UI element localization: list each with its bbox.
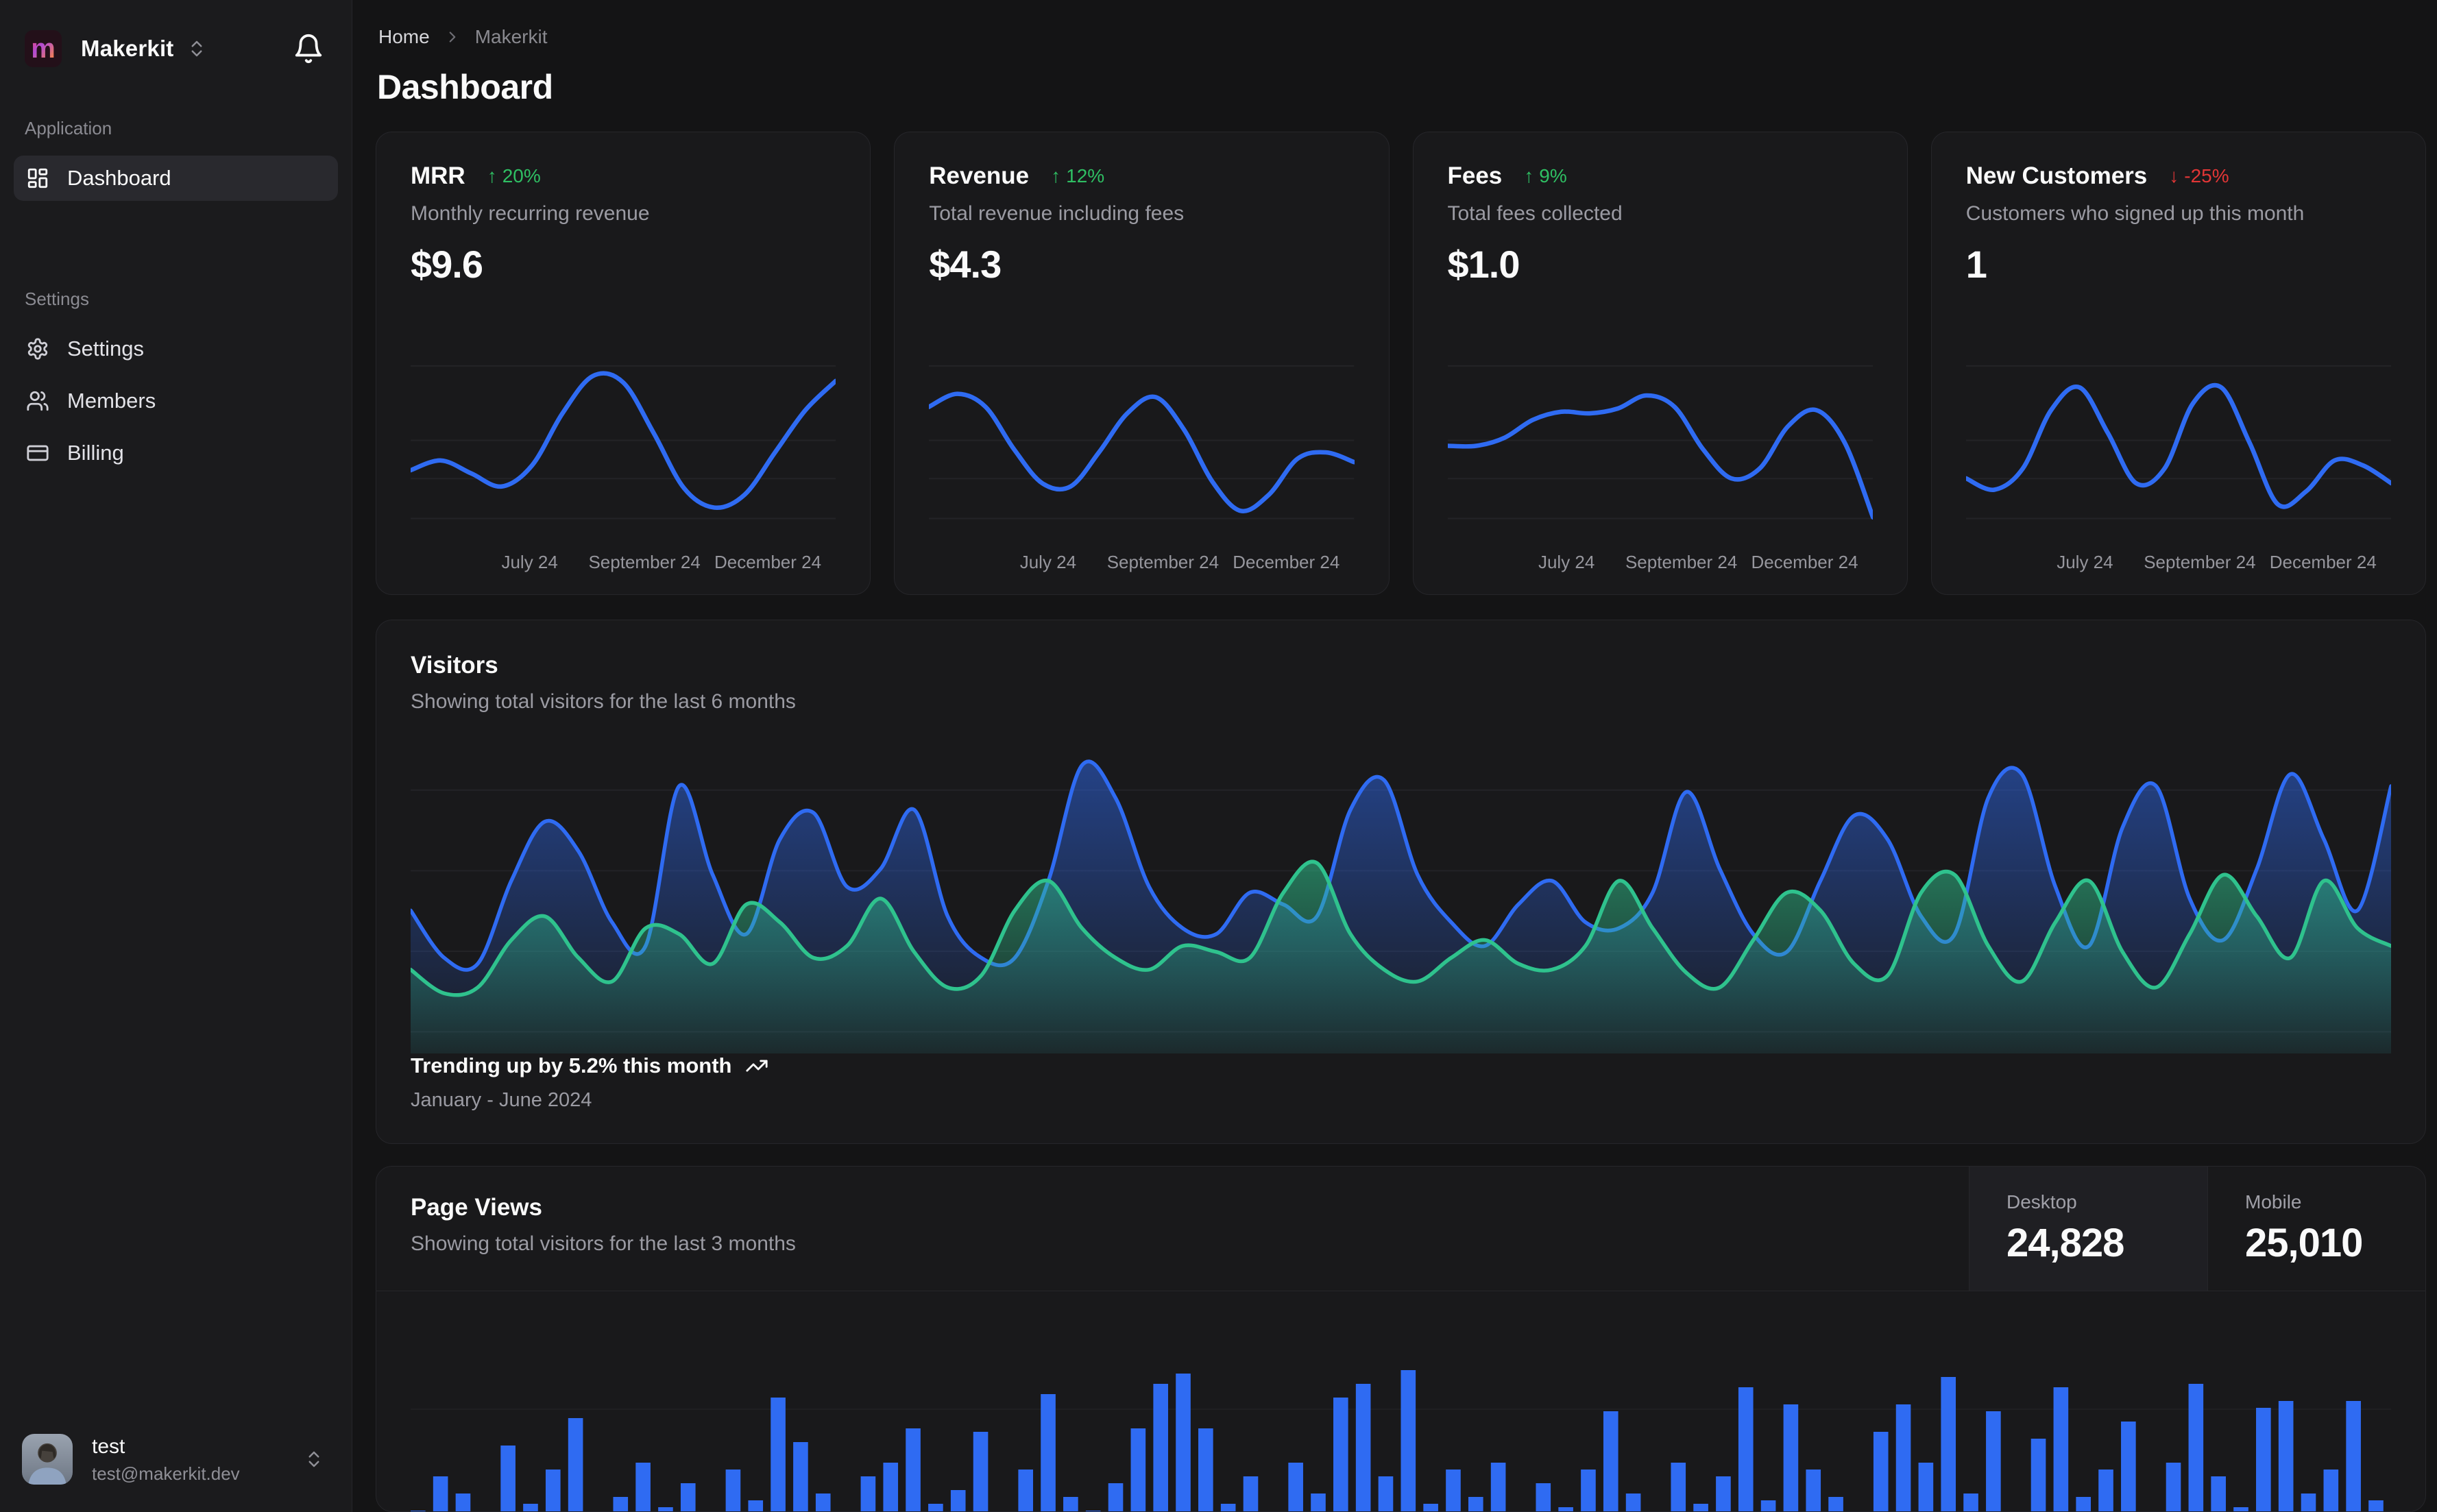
visitors-subtitle: Showing total visitors for the last 6 mo… [411,690,796,713]
stat-subtitle: Total fees collected [1447,202,1623,225]
user-avatar [22,1434,73,1485]
page-views-bar-chart [411,1291,2391,1511]
trend-badge: ↑ 9% [1524,165,1567,186]
main-content: Home Makerkit Dashboard MRR ↑ 20% Monthly… [352,0,2437,1512]
trend-badge: ↓ -25% [2169,165,2229,186]
sidebar-item-label: Dashboard [67,166,171,190]
x-axis-ticks: July 24 September 24 December 24 [1538,552,1858,572]
bell-icon [295,34,322,64]
sidebar-item-label: Members [67,389,156,413]
trending-up-icon [746,1060,768,1072]
users-icon [27,391,49,411]
stat-card-revenue: Revenue ↑ 12% Total revenue including fee… [894,132,1390,595]
chevron-right-icon [444,28,461,46]
user-info: test test@makerkit.dev [92,1434,240,1485]
credit-card-icon [27,445,49,461]
visitors-trend-text: Trending up by 5.2% this month [411,1053,732,1077]
stat-subtitle: Total revenue including fees [929,202,1185,225]
page-views-toggle-group: Desktop 24,828 Mobile 25,010 [1969,1167,2425,1291]
arrow-up-icon: ↑ [1524,165,1534,186]
stat-card-fees: Fees ↑ 9% Total fees collected $1.0 July … [1412,132,1908,595]
mobile-label: Mobile [2245,1191,2302,1212]
desktop-toggle[interactable]: Desktop 24,828 [1969,1167,2207,1291]
desktop-label: Desktop [2006,1191,2077,1212]
avatar-placeholder-image [22,1434,73,1485]
mobile-toggle[interactable]: Mobile 25,010 [2207,1167,2425,1291]
user-name: test [92,1435,125,1458]
chevrons-up-down-icon [308,1451,319,1467]
stat-subtitle: Customers who signed up this month [1965,202,2305,225]
stat-title: Revenue [929,162,1030,189]
customers-sparkline-chart [1965,355,2391,537]
sidebar-item-label: Billing [67,441,124,465]
workspace-name: Makerkit [81,36,174,61]
fees-sparkline-chart [1447,355,1873,537]
sidebar-nav: Application Dashboard Settings Settings … [0,67,352,1413]
breadcrumb-home-link[interactable]: Home [378,26,430,48]
dashboard-grid-icon [27,168,48,188]
stat-value: 1 [1965,243,1987,286]
x-axis-ticks: July 24 September 24 December 24 [2057,552,2377,572]
visitors-footer: Trending up by 5.2% this month January -… [411,1053,2391,1112]
makerkit-logo-letter: m [31,34,56,64]
sidebar-item-members[interactable]: Members [14,378,338,424]
stat-value: $9.6 [411,243,483,286]
visitors-title: Visitors [411,652,498,679]
nav-section-application: Application [25,118,112,138]
user-menu[interactable]: test test@makerkit.dev [0,1413,352,1512]
page-views-title: Page Views [411,1194,542,1221]
stat-title: New Customers [1965,162,2148,189]
sidebar-item-label: Settings [67,337,145,361]
user-email: test@makerkit.dev [92,1463,240,1484]
sidebar-header: m Makerkit [0,30,352,67]
breadcrumb: Home Makerkit [378,26,2426,48]
desktop-value: 24,828 [2006,1221,2124,1265]
mrr-sparkline-chart [411,355,836,537]
breadcrumb-current: Makerkit [474,26,548,47]
stat-card-new-customers: New Customers ↓ -25% Customers who signed… [1930,132,2426,595]
trend-badge: ↑ 12% [1051,165,1105,186]
chevrons-up-down-icon [191,40,202,57]
arrow-up-icon: ↑ [1051,165,1061,186]
visitors-area-chart [411,744,2391,1053]
workspace-selector[interactable]: m Makerkit [25,30,207,67]
visitors-date-range: January - June 2024 [411,1089,592,1111]
stat-subtitle: Monthly recurring revenue [411,202,650,225]
visitors-card: Visitors Showing total visitors for the … [376,620,2426,1144]
gear-icon [27,338,48,360]
sidebar-item-dashboard[interactable]: Dashboard [14,156,338,201]
sidebar-item-settings[interactable]: Settings [14,326,338,371]
page-views-subtitle: Showing total visitors for the last 3 mo… [411,1232,796,1255]
stat-value: $1.0 [1447,243,1520,286]
makerkit-logo: m [25,30,62,67]
mobile-value: 25,010 [2245,1221,2363,1265]
stat-title: Fees [1447,162,1503,189]
sidebar-item-billing[interactable]: Billing [14,430,338,476]
sidebar: m Makerkit Application Dashboard Setting… [0,0,352,1512]
nav-section-settings: Settings [25,289,89,309]
notifications-button[interactable] [293,33,324,64]
stat-card-mrr: MRR ↑ 20% Monthly recurring revenue $9.6 … [376,132,871,595]
stat-title: MRR [411,162,465,189]
arrow-up-icon: ↑ [487,165,497,186]
x-axis-ticks: July 24 September 24 December 24 [1019,552,1340,572]
revenue-sparkline-chart [929,355,1355,537]
arrow-down-icon: ↓ [2169,165,2179,186]
x-axis-ticks: July 24 September 24 December 24 [501,552,822,572]
page-views-card: Page Views Showing total visitors for th… [376,1166,2426,1512]
page-title: Dashboard [377,68,553,106]
trend-badge: ↑ 20% [487,165,541,186]
stat-value: $4.3 [929,243,1002,286]
stat-cards-row: MRR ↑ 20% Monthly recurring revenue $9.6 … [376,132,2426,595]
page-views-header: Page Views Showing total visitors for th… [376,1167,2425,1291]
